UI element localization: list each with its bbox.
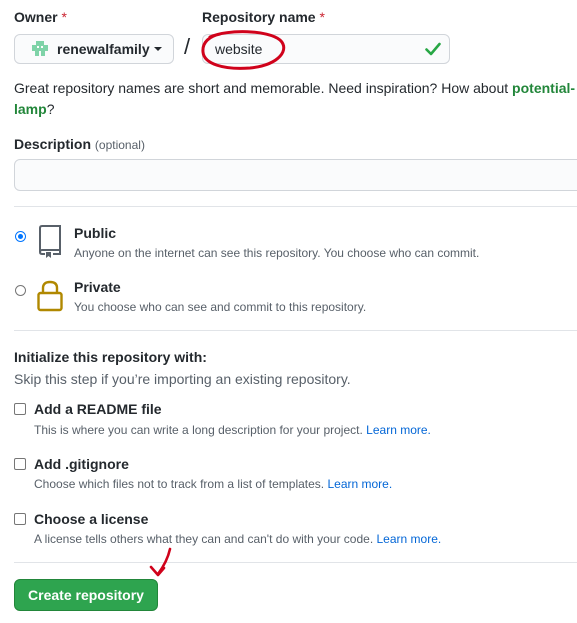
check-icon	[425, 42, 441, 56]
description-input[interactable]	[14, 159, 577, 191]
owner-label: Owner *	[14, 9, 67, 25]
init-subtitle: Skip this step if you’re importing an ex…	[14, 371, 351, 387]
public-radio[interactable]	[15, 231, 26, 242]
divider	[14, 206, 577, 207]
description-label: Description (optional)	[14, 136, 145, 152]
chevron-down-icon	[153, 47, 162, 51]
owner-dropdown[interactable]: renewalfamily	[14, 34, 174, 64]
license-title: Choose a license	[34, 511, 149, 527]
public-title: Public	[74, 225, 117, 241]
readme-checkbox[interactable]	[14, 403, 26, 415]
divider	[14, 562, 577, 563]
license-checkbox[interactable]	[14, 513, 26, 525]
init-title: Initialize this repository with:	[14, 349, 207, 365]
readme-learn-more-link[interactable]: Learn more.	[366, 423, 431, 437]
owner-avatar-icon	[32, 41, 48, 56]
private-title: Private	[74, 279, 121, 295]
readme-description: This is where you can write a long descr…	[34, 423, 431, 437]
repo-name-label: Repository name *	[202, 9, 325, 25]
owner-value: renewalfamily	[57, 41, 150, 57]
private-radio[interactable]	[15, 285, 26, 296]
gitignore-description: Choose which files not to track from a l…	[34, 477, 393, 491]
gitignore-checkbox[interactable]	[14, 458, 26, 470]
annotation-circle-icon	[201, 30, 286, 70]
divider	[14, 330, 577, 331]
create-repository-button[interactable]: Create repository	[14, 579, 158, 611]
readme-title: Add a README file	[34, 401, 162, 417]
repo-name-hint: Great repository names are short and mem…	[14, 80, 576, 117]
repo-icon	[39, 225, 61, 258]
annotation-arrow-icon	[149, 547, 172, 577]
gitignore-title: Add .gitignore	[34, 456, 129, 472]
private-description: You choose who can see and commit to thi…	[74, 300, 367, 314]
license-description: A license tells others what they can and…	[34, 532, 442, 546]
lock-icon	[37, 280, 63, 312]
public-description: Anyone on the internet can see this repo…	[74, 246, 480, 260]
owner-repo-separator: /	[184, 34, 191, 59]
license-learn-more-link[interactable]: Learn more.	[377, 532, 442, 546]
gitignore-learn-more-link[interactable]: Learn more.	[327, 477, 392, 491]
